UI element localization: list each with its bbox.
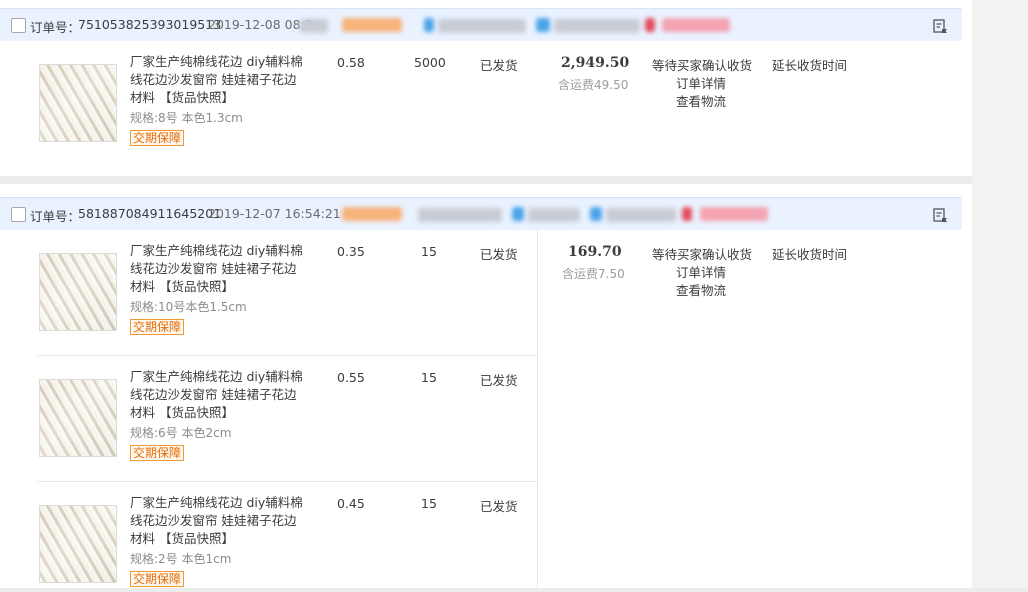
- flag-memo-icon[interactable]: [932, 18, 948, 34]
- redacted-info: [606, 208, 676, 222]
- redacted-info: [438, 19, 526, 33]
- delivery-guarantee-badge: 交期保障: [130, 445, 185, 461]
- product-thumbnail[interactable]: [39, 64, 117, 142]
- quantity: 15: [421, 370, 437, 385]
- ship-status: 已发货: [480, 58, 518, 73]
- order-number-label: 订单号：: [30, 209, 81, 224]
- shipping-fee-note: 含运费49.50: [558, 78, 629, 92]
- column-divider: [537, 230, 538, 588]
- unit-price: 0.55: [337, 370, 365, 385]
- delivery-guarantee-badge: 交期保障: [130, 319, 185, 335]
- order-list: 订单号： 751053825393019513 2019-12-08 08:2 …: [0, 0, 972, 592]
- extend-receipt-link[interactable]: 延长收货时间: [772, 244, 847, 263]
- flag-memo-icon[interactable]: [932, 207, 948, 223]
- order-number: 751053825393019513: [78, 17, 222, 32]
- order-date: 2019-12-07 16:54:21: [208, 206, 341, 221]
- unit-price: 0.35: [337, 244, 365, 259]
- redacted-icon: [590, 207, 602, 221]
- product-title[interactable]: 厂家生产纯棉线花边 diy辅料棉线花边沙发窗帘 娃娃裙子花边材料 【货品快照】: [130, 242, 305, 296]
- redacted-info: [300, 19, 328, 33]
- redacted-icon: [536, 18, 550, 32]
- order-detail-link[interactable]: 订单详情: [676, 73, 726, 92]
- redacted-icon: [424, 18, 434, 32]
- order-number: 581887084911645201: [78, 206, 222, 221]
- quantity: 15: [421, 244, 437, 259]
- page-gutter: [972, 0, 1028, 592]
- order-separator: [0, 176, 972, 184]
- redacted-seller: [342, 207, 402, 221]
- order-total: 2,949.50: [561, 55, 630, 71]
- order-number-label: 订单号：: [30, 20, 81, 35]
- product-spec: 规格:8号 本色1.3cm: [130, 111, 243, 125]
- extend-receipt-link[interactable]: 延长收货时间: [772, 55, 847, 74]
- product-thumbnail[interactable]: [39, 253, 117, 331]
- item-divider: [38, 481, 537, 482]
- ship-status: 已发货: [480, 499, 518, 514]
- view-logistics-link[interactable]: 查看物流: [676, 280, 726, 299]
- redacted-info: [662, 18, 730, 32]
- redacted-icon: [645, 18, 655, 32]
- redacted-icon: [512, 207, 524, 221]
- shipping-fee-note: 含运费7.50: [562, 267, 625, 281]
- redacted-icon: [682, 207, 692, 221]
- redacted-seller: [342, 18, 402, 32]
- product-title[interactable]: 厂家生产纯棉线花边 diy辅料棉线花边沙发窗帘 娃娃裙子花边材料 【货品快照】: [130, 494, 305, 548]
- order-header: 订单号： 581887084911645201 2019-12-07 16:54…: [0, 197, 962, 230]
- order-status: 等待买家确认收货: [652, 247, 753, 262]
- product-spec: 规格:2号 本色1cm: [130, 552, 232, 566]
- page-bottom-border: [0, 588, 1028, 592]
- redacted-info: [554, 19, 640, 33]
- redacted-info: [418, 208, 502, 222]
- quantity: 15: [421, 496, 437, 511]
- order-date: 2019-12-08 08:2: [208, 17, 313, 32]
- order-select-checkbox[interactable]: [11, 207, 26, 222]
- redacted-info: [700, 207, 768, 221]
- item-divider: [38, 355, 537, 356]
- product-title[interactable]: 厂家生产纯棉线花边 diy辅料棉线花边沙发窗帘 娃娃裙子花边材料 【货品快照】: [130, 53, 305, 107]
- order-header: 订单号： 751053825393019513 2019-12-08 08:2: [0, 8, 962, 41]
- order-total: 169.70: [568, 244, 622, 260]
- delivery-guarantee-badge: 交期保障: [130, 571, 185, 587]
- order-detail-link[interactable]: 订单详情: [676, 262, 726, 281]
- unit-price: 0.45: [337, 496, 365, 511]
- ship-status: 已发货: [480, 247, 518, 262]
- redacted-info: [528, 208, 580, 222]
- product-spec: 规格:10号本色1.5cm: [130, 300, 247, 314]
- delivery-guarantee-badge: 交期保障: [130, 130, 185, 146]
- order-select-checkbox[interactable]: [11, 18, 26, 33]
- quantity: 5000: [414, 55, 446, 70]
- product-thumbnail[interactable]: [39, 505, 117, 583]
- view-logistics-link[interactable]: 查看物流: [676, 91, 726, 110]
- product-thumbnail[interactable]: [39, 379, 117, 457]
- product-title[interactable]: 厂家生产纯棉线花边 diy辅料棉线花边沙发窗帘 娃娃裙子花边材料 【货品快照】: [130, 368, 305, 422]
- ship-status: 已发货: [480, 373, 518, 388]
- product-spec: 规格:6号 本色2cm: [130, 426, 232, 440]
- order-status: 等待买家确认收货: [652, 58, 753, 73]
- unit-price: 0.58: [337, 55, 365, 70]
